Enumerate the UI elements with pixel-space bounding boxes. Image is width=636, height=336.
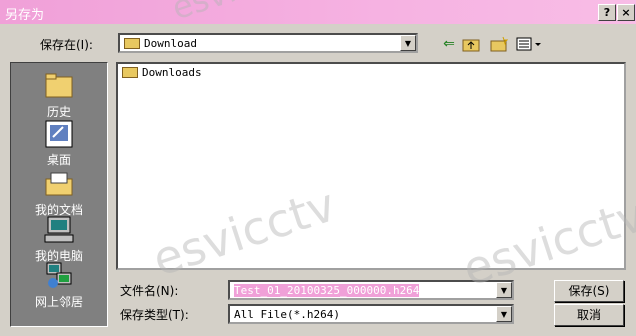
filetype-label: 保存类型(T): xyxy=(120,308,189,322)
chevron-down-icon[interactable]: ▼ xyxy=(496,306,512,322)
chevron-down-icon[interactable]: ▼ xyxy=(496,282,512,298)
title-bar: 另存为 ? × xyxy=(0,0,636,24)
sidebar-item-label: 历史 xyxy=(46,105,71,119)
history-folder-icon xyxy=(43,71,75,101)
window-title: 另存为 xyxy=(5,8,45,23)
save-in-dropdown[interactable]: Download ▼ xyxy=(118,33,418,53)
back-arrow-icon[interactable]: ⇐ xyxy=(440,36,458,52)
close-button[interactable]: × xyxy=(617,4,635,21)
sidebar-item-desktop[interactable]: 桌面 xyxy=(11,119,107,168)
save-button[interactable]: 保存(S) xyxy=(554,280,624,302)
chevron-down-icon[interactable]: ▼ xyxy=(400,35,416,51)
sidebar-item-label: 网上邻居 xyxy=(34,295,83,309)
folder-icon xyxy=(122,67,138,78)
list-item[interactable]: Downloads xyxy=(120,66,240,80)
save-in-label: 保存在(I): xyxy=(40,38,93,52)
new-folder-icon[interactable] xyxy=(490,36,509,52)
cancel-button[interactable]: 取消 xyxy=(554,304,624,326)
sidebar-item-my-computer[interactable]: 我的电脑 xyxy=(11,215,107,264)
filetype-value: All File(*.h264) xyxy=(234,308,340,321)
places-bar: 历史 桌面 我的文档 我的电脑 网上邻居 xyxy=(10,62,108,327)
sidebar-item-label: 桌面 xyxy=(46,153,71,167)
filename-label: 文件名(N): xyxy=(120,284,179,298)
filetype-dropdown[interactable]: All File(*.h264) ▼ xyxy=(228,304,514,324)
sidebar-item-network[interactable]: 网上邻居 xyxy=(11,261,107,310)
save-in-value: Download xyxy=(144,37,197,50)
network-icon xyxy=(43,261,75,291)
folder-icon xyxy=(124,38,140,49)
sidebar-item-history[interactable]: 历史 xyxy=(11,71,107,120)
help-button[interactable]: ? xyxy=(598,4,616,21)
my-computer-icon xyxy=(43,215,75,245)
desktop-icon xyxy=(43,119,75,149)
filename-value: Test_01_20100325_000000.h264 xyxy=(234,284,420,297)
up-folder-icon[interactable] xyxy=(462,36,480,52)
sidebar-item-my-documents[interactable]: 我的文档 xyxy=(11,169,107,218)
file-name: Downloads xyxy=(142,66,202,79)
file-list[interactable]: Downloads xyxy=(116,62,626,270)
view-menu-icon[interactable] xyxy=(516,36,542,52)
my-documents-icon xyxy=(43,169,75,199)
filename-input[interactable]: Test_01_20100325_000000.h264 ▼ xyxy=(228,280,514,300)
